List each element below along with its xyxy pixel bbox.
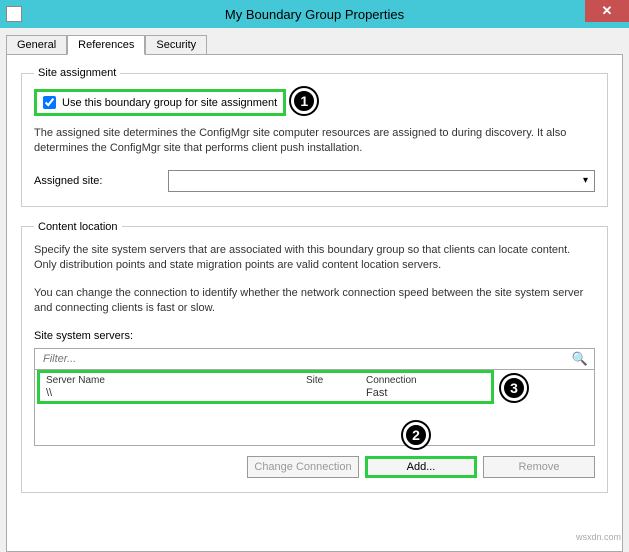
row-site	[306, 387, 366, 399]
content-location-group: Content location Specify the site system…	[21, 221, 608, 493]
titlebar: My Boundary Group Properties ✕	[0, 0, 629, 28]
change-connection-button[interactable]: Change Connection	[247, 456, 359, 478]
filter-input[interactable]	[41, 352, 572, 366]
watermark: wsxdn.com	[576, 532, 621, 542]
site-assignment-description: The assigned site determines the ConfigM…	[34, 126, 595, 156]
list-header: Server Name Site Connection	[40, 373, 491, 386]
use-boundary-label: Use this boundary group for site assignm…	[62, 97, 277, 109]
content-location-info1: Specify the site system servers that are…	[34, 243, 595, 273]
tab-security[interactable]: Security	[145, 35, 207, 55]
site-assignment-group: Site assignment Use this boundary group …	[21, 67, 608, 207]
close-button[interactable]: ✕	[585, 0, 629, 22]
window-icon	[6, 6, 22, 22]
row-server-name: \\	[46, 387, 306, 399]
table-row[interactable]: \\ Fast	[40, 386, 491, 400]
window-title: My Boundary Group Properties	[225, 7, 404, 22]
step-badge-2: 2	[403, 422, 429, 448]
content-location-info2: You can change the connection to identif…	[34, 286, 595, 316]
assigned-site-row: Assigned site: ▾	[34, 170, 595, 192]
server-highlight: 3 Server Name Site Connection \\ Fast	[37, 370, 494, 404]
filter-row: 🔍	[34, 348, 595, 370]
use-boundary-checkbox-row: Use this boundary group for site assignm…	[34, 89, 286, 116]
tab-content: Site assignment Use this boundary group …	[6, 54, 623, 552]
tab-references[interactable]: References	[67, 35, 145, 55]
remove-button[interactable]: Remove	[483, 456, 595, 478]
tab-general[interactable]: General	[6, 35, 67, 55]
col-server-name[interactable]: Server Name	[46, 375, 306, 386]
site-assignment-legend: Site assignment	[34, 67, 120, 79]
step-badge-1: 1	[291, 88, 317, 114]
col-site[interactable]: Site	[306, 375, 366, 386]
chevron-down-icon: ▾	[583, 175, 588, 186]
tabs: General References Security	[6, 34, 623, 54]
add-button[interactable]: Add...	[365, 456, 477, 478]
server-list: 3 Server Name Site Connection \\ Fast	[34, 370, 595, 446]
assigned-site-select[interactable]: ▾	[168, 170, 595, 192]
row-connection: Fast	[366, 387, 446, 399]
assigned-site-label: Assigned site:	[34, 175, 154, 187]
use-boundary-checkbox[interactable]	[43, 96, 56, 109]
content-location-legend: Content location	[34, 221, 122, 233]
button-row: Change Connection 2 Add... Remove	[34, 456, 595, 478]
site-system-servers-label: Site system servers:	[34, 330, 595, 342]
search-icon[interactable]: 🔍	[572, 351, 588, 367]
step-badge-3: 3	[501, 375, 527, 401]
col-connection[interactable]: Connection	[366, 375, 446, 386]
